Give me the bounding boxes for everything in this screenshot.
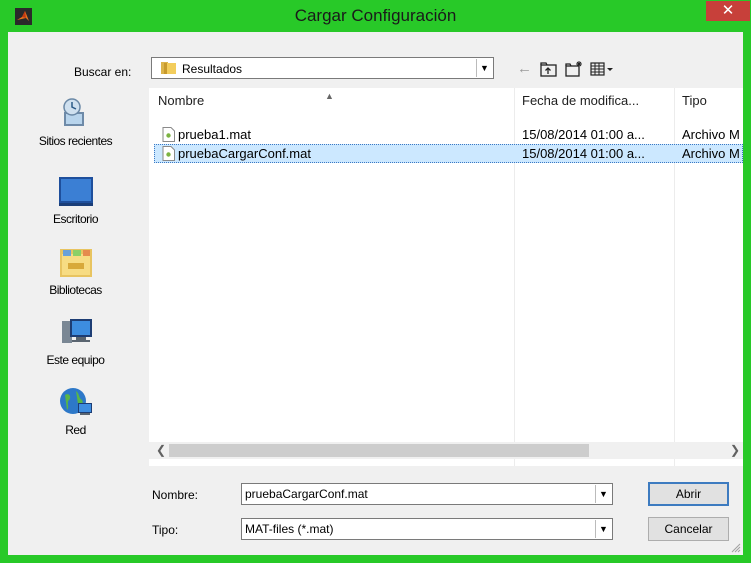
network-icon	[59, 388, 92, 415]
lookin-value: Resultados	[182, 62, 243, 76]
scroll-thumb[interactable]	[169, 444, 589, 457]
place-label: Sitios recientes	[38, 134, 113, 148]
file-name: prueba1.mat	[178, 127, 251, 142]
column-header-type[interactable]: Tipo	[682, 88, 707, 114]
back-arrow-icon[interactable]: ←	[517, 60, 532, 78]
title-bar[interactable]: Cargar Configuración ✕	[0, 0, 751, 32]
file-dialog-window: Cargar Configuración ✕ Buscar en: Result…	[0, 0, 751, 563]
file-date: 15/08/2014 01:00 a...	[522, 146, 645, 161]
folder-icon	[161, 62, 176, 74]
chevron-down-icon[interactable]: ▼	[595, 520, 611, 538]
resize-grip-icon[interactable]	[729, 541, 741, 553]
file-row-selected[interactable]: pruebaCargarConf.mat 15/08/2014 01:00 a.…	[149, 144, 743, 163]
desktop-icon	[58, 177, 93, 206]
cancel-button[interactable]: Cancelar	[648, 517, 729, 541]
file-list[interactable]: Nombre ▲ Fecha de modifica... Tipo prueb…	[149, 88, 743, 466]
dialog-body: Buscar en: Resultados ▼ ← Sitios recient…	[8, 32, 743, 555]
place-computer[interactable]: Este equipo	[8, 315, 143, 367]
place-libraries[interactable]: Bibliotecas	[8, 245, 143, 297]
up-folder-icon[interactable]	[540, 60, 558, 78]
chevron-down-icon[interactable]: ▼	[595, 485, 611, 503]
places-bar: Sitios recientes Escritorio Bibliotecas …	[8, 88, 143, 458]
mat-file-icon	[162, 146, 175, 161]
place-label: Bibliotecas	[49, 283, 102, 297]
place-label: Escritorio	[52, 212, 99, 226]
scroll-right-icon[interactable]: ❯	[730, 442, 740, 459]
file-type: Archivo M	[682, 146, 740, 161]
file-type: Archivo M	[682, 127, 740, 142]
sort-ascending-icon: ▲	[325, 91, 334, 101]
column-header-date[interactable]: Fecha de modifica...	[522, 88, 639, 114]
libraries-icon	[59, 249, 92, 277]
place-label: Este equipo	[46, 353, 105, 367]
recent-places-icon	[62, 98, 84, 126]
view-menu-icon[interactable]	[590, 60, 614, 78]
filename-input[interactable]: pruebaCargarConf.mat ▼	[241, 483, 613, 505]
filetype-label: Tipo:	[152, 523, 179, 537]
filename-label: Nombre:	[152, 488, 199, 502]
filetype-value: MAT-files (*.mat)	[245, 522, 334, 536]
scroll-left-icon[interactable]: ❮	[156, 442, 166, 459]
filename-value: pruebaCargarConf.mat	[245, 487, 368, 501]
file-row[interactable]: prueba1.mat 15/08/2014 01:00 a... Archiv…	[149, 125, 743, 144]
new-folder-icon[interactable]	[565, 60, 583, 78]
file-name: pruebaCargarConf.mat	[178, 146, 311, 161]
window-title: Cargar Configuración	[294, 6, 457, 25]
place-label: Red	[65, 423, 86, 437]
column-header-name[interactable]: Nombre	[158, 88, 204, 114]
place-recent[interactable]: Sitios recientes	[8, 96, 143, 148]
close-icon: ✕	[721, 2, 735, 19]
chevron-down-icon[interactable]: ▼	[476, 59, 492, 77]
file-date: 15/08/2014 01:00 a...	[522, 127, 645, 142]
open-button[interactable]: Abrir	[648, 482, 729, 506]
lookin-label: Buscar en:	[74, 65, 132, 79]
horizontal-scrollbar[interactable]: ❮ ❯	[149, 442, 743, 459]
mat-file-icon	[162, 127, 175, 142]
lookin-dropdown[interactable]: Resultados ▼	[151, 57, 494, 79]
place-desktop[interactable]: Escritorio	[8, 174, 143, 226]
close-button[interactable]: ✕	[706, 1, 750, 21]
place-network[interactable]: Red	[8, 385, 143, 437]
computer-icon	[61, 319, 92, 343]
filetype-dropdown[interactable]: MAT-files (*.mat) ▼	[241, 518, 613, 540]
